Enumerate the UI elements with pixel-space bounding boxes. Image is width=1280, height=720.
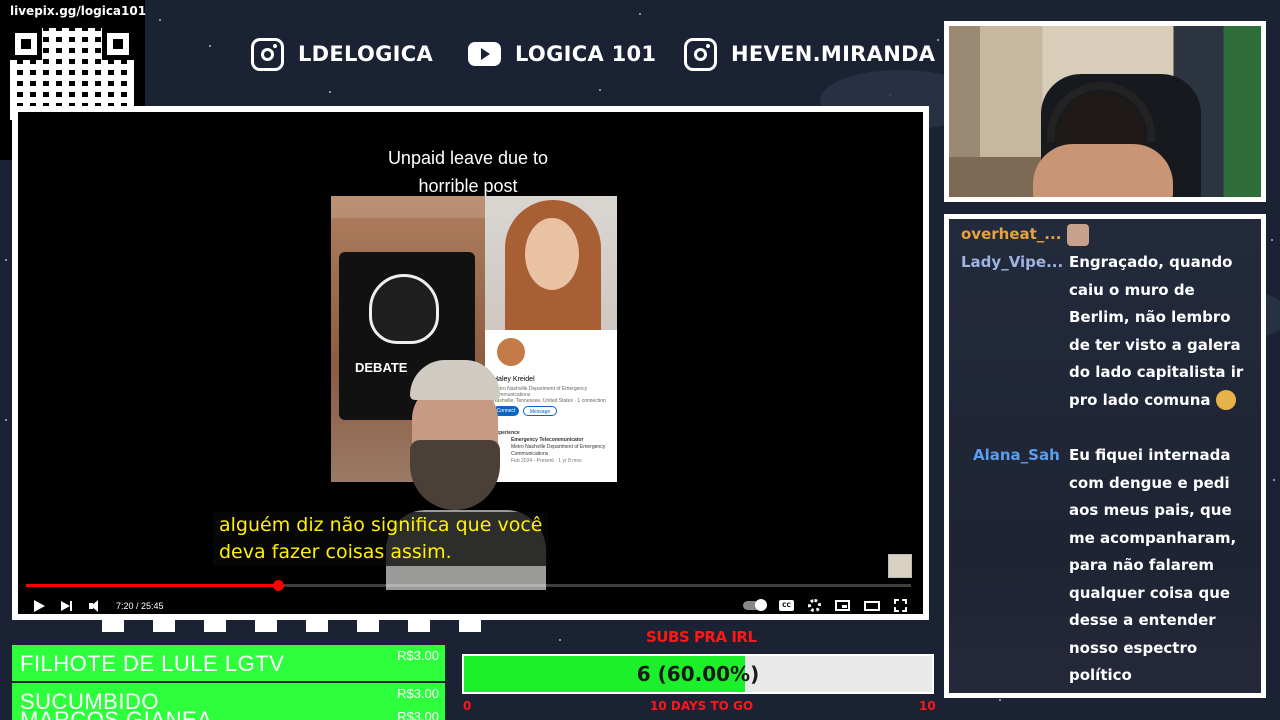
next-icon[interactable] (60, 599, 74, 613)
sub-goal-days-left: 10 DAYS TO GO (650, 699, 754, 713)
instagram-icon (251, 37, 284, 71)
speaker-cap (410, 360, 500, 400)
chat-text-body: Engraçado, quando caiu o muro de Berlim,… (1069, 253, 1244, 409)
chat-text: Engraçado, quando caiu o muro de Berlim,… (1069, 249, 1245, 414)
sub-goal-min: 0 (463, 699, 472, 713)
social-instagram-1: LDELOGICA (251, 36, 433, 72)
chat-messages[interactable]: overheat_... Lady_Vipe... Engraçado, qua… (949, 219, 1261, 693)
chat-username[interactable]: Alana_Sah (973, 442, 1060, 470)
subtitle-caption: alguém diz não significa que você deva f… (213, 512, 549, 566)
donation-url: livepix.gg/logica101 (10, 4, 147, 18)
captions-button[interactable]: CC (779, 600, 794, 611)
video-player-frame: Unpaid leave due to horrible post DEBATE… (12, 106, 929, 620)
shirt-graphic (369, 274, 439, 344)
dash (255, 620, 277, 632)
webcam-streamer-hands (1033, 144, 1173, 197)
sub-amount: R$3.00 (397, 648, 439, 663)
volume-icon[interactable] (88, 599, 102, 613)
progress-scrubber[interactable] (273, 580, 285, 591)
thinking-face-emote-icon (1215, 390, 1236, 410)
qr-finder (10, 28, 42, 60)
dash (408, 620, 430, 632)
time-display: 7:20 / 25:45 (116, 601, 164, 611)
dash (306, 620, 328, 632)
chat-text: Eu fiquei internada com dengue e pedi ao… (1069, 446, 1237, 684)
photo-face (525, 218, 579, 290)
webcam-frame (944, 21, 1266, 202)
speaker-beard (410, 440, 500, 510)
avatar-emote-icon (1067, 223, 1090, 246)
video-overlay-title: Unpaid leave due to horrible post (358, 144, 578, 200)
qr-finder (102, 28, 134, 60)
social-instagram-2: HEVEN.MIRANDA (684, 36, 935, 72)
channel-watermark[interactable] (888, 554, 912, 578)
dash (459, 620, 481, 632)
social-handle: LOGICA 101 (515, 42, 657, 66)
theater-mode-icon[interactable] (864, 600, 880, 611)
decorative-dashes (102, 620, 481, 632)
player-controls: 7:20 / 25:45 CC (18, 592, 923, 614)
chat-username[interactable]: Lady_Vipe... (961, 249, 1063, 277)
dash (204, 620, 226, 632)
progress-fill (26, 584, 279, 587)
dash (153, 620, 175, 632)
video-title-line: Unpaid leave due to (387, 148, 549, 168)
social-youtube: LOGICA 101 (468, 36, 656, 72)
sub-name: FILHOTE DE LULE LGTV (20, 651, 285, 676)
settings-gear-icon[interactable] (808, 599, 821, 612)
video-progress-bar[interactable] (26, 580, 911, 591)
play-icon[interactable] (32, 599, 46, 613)
dash (102, 620, 124, 632)
recent-sub-item: FILHOTE DE LULE LGTV R$3.00 (12, 645, 445, 681)
sub-amount: R$3.00 (397, 711, 439, 720)
social-handle: LDELOGICA (298, 42, 434, 66)
youtube-icon (468, 42, 501, 66)
caption-line: deva fazer coisas assim. (219, 541, 452, 563)
chat-username-text: overheat_... (961, 225, 1062, 243)
profile-photo (485, 196, 617, 330)
fullscreen-icon[interactable] (894, 599, 907, 612)
chat-panel: overheat_... Lady_Vipe... Engraçado, qua… (944, 214, 1266, 698)
social-handle: HEVEN.MIRANDA (731, 42, 936, 66)
instagram-icon (684, 37, 717, 71)
sub-goal-title: SUBS PRA IRL (646, 628, 757, 646)
sub-amount: R$3.00 (397, 686, 439, 701)
caption-line: alguém diz não significa que você (219, 514, 543, 536)
dash (357, 620, 379, 632)
sub-name: MARCOS GIANEA (20, 711, 212, 720)
webcam-feed (949, 26, 1261, 197)
recent-sub-item: MARCOS GIANEA R$3.00 (12, 711, 445, 720)
sub-goal-value: 6 (60.00%) (636, 662, 760, 686)
sub-goal-bar: 6 (60.00%) (462, 654, 934, 694)
chat-username[interactable]: overheat_... (961, 221, 1090, 249)
player-right-controls: CC (743, 599, 907, 612)
video-player[interactable]: Unpaid leave due to horrible post DEBATE… (18, 112, 923, 614)
miniplayer-icon[interactable] (835, 600, 850, 611)
post-header (331, 196, 485, 218)
sub-goal-max: 10 (919, 699, 936, 713)
autoplay-toggle[interactable] (743, 599, 767, 611)
